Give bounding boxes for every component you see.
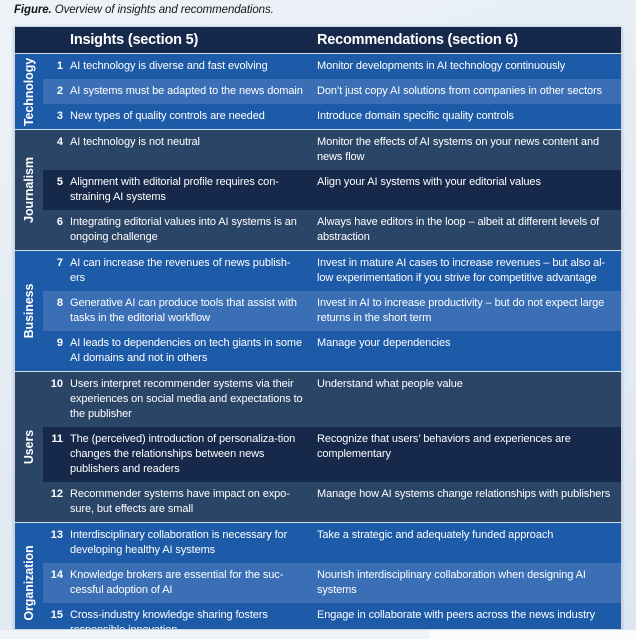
category-label-business: Business bbox=[15, 251, 43, 371]
row-insight: Users interpret recommender systems via … bbox=[70, 378, 303, 420]
row-insight: Alignment with editorial profile require… bbox=[70, 176, 279, 203]
table-row: 10 Users interpret recommender systems vi… bbox=[43, 372, 621, 427]
category-label-users: Users bbox=[15, 372, 43, 522]
table-row: 9 AI leads to dependencies on tech giants… bbox=[43, 331, 621, 371]
category-label-journalism: Journalism bbox=[15, 130, 43, 250]
row-recommendation: Engage in collaborate with peers across … bbox=[317, 609, 596, 621]
row-recommendation: Nourish interdisciplinary collaboration … bbox=[317, 569, 586, 596]
row-number: 6 bbox=[56, 216, 63, 228]
category-rows: 4 AI technology is not neutral Monitor the… bbox=[43, 130, 621, 250]
row-number: 10 bbox=[50, 378, 63, 390]
table-row: 15 Cross-industry knowledge sharing foste… bbox=[43, 603, 621, 630]
table-row: 3 New types of quality controls are neede… bbox=[43, 104, 621, 129]
figure-caption: Figure. Overview of insights and recomme… bbox=[14, 4, 614, 22]
row-recommendation: Understand what people value bbox=[317, 378, 463, 390]
category-group-organization: Organization 13 Interdisciplinary collabor… bbox=[15, 522, 621, 630]
row-number: 1 bbox=[56, 60, 63, 72]
row-insight: AI systems must be adapted to the news d… bbox=[70, 85, 303, 97]
table-row: 11 The (perceived) introduction of person… bbox=[43, 427, 621, 482]
row-number: 14 bbox=[50, 569, 63, 581]
table-row: 7 AI can increase the revenues of news pu… bbox=[43, 251, 621, 291]
category-group-users: Users 10 Users interpret recommender syste… bbox=[15, 371, 621, 522]
category-label-technology: Technology bbox=[15, 54, 43, 129]
row-insight: The (perceived) introduction of personal… bbox=[70, 433, 296, 475]
header-number-spacer bbox=[43, 27, 70, 53]
row-recommendation: Monitor the effects of AI systems on you… bbox=[317, 136, 599, 163]
row-number: 12 bbox=[50, 488, 63, 500]
column-header-insights: Insights (section 5) bbox=[70, 32, 199, 48]
row-number: 13 bbox=[50, 529, 63, 541]
row-number: 7 bbox=[56, 257, 63, 269]
category-group-business: Business 7 AI can increase the revenues of… bbox=[15, 250, 621, 371]
table-row: 2 AI systems must be adapted to the news … bbox=[43, 79, 621, 104]
category-group-technology: Technology 1 AI technology is diverse and … bbox=[15, 53, 621, 129]
row-recommendation: Recognize that users’ behaviors and expe… bbox=[317, 433, 571, 460]
row-number: 11 bbox=[51, 433, 63, 445]
row-insight: AI technology is diverse and fast evolvi… bbox=[70, 60, 268, 72]
row-number: 4 bbox=[56, 136, 63, 148]
table-row: 13 Interdisciplinary collaboration is nec… bbox=[43, 523, 621, 563]
table-row: 14 Knowledge brokers are essential for th… bbox=[43, 563, 621, 603]
row-recommendation: Manage your dependencies bbox=[317, 337, 451, 349]
row-recommendation: Invest in AI to increase productivity – … bbox=[317, 297, 605, 324]
row-recommendation: Align your AI systems with your editoria… bbox=[317, 176, 541, 188]
row-insight: Generative AI can produce tools that ass… bbox=[70, 297, 297, 324]
insights-recommendations-table: Insights (section 5) Recommendations (se… bbox=[14, 26, 622, 630]
category-label-text: Journalism bbox=[22, 157, 36, 223]
category-rows: 13 Interdisciplinary collaboration is nec… bbox=[43, 523, 621, 630]
header-category-spacer bbox=[15, 27, 43, 53]
table-row: 8 Generative AI can produce tools that as… bbox=[43, 291, 621, 331]
row-insight: Integrating editorial values into AI sys… bbox=[70, 216, 297, 243]
category-label-text: Technology bbox=[22, 57, 36, 126]
row-insight: AI leads to dependencies on tech giants … bbox=[70, 337, 302, 364]
row-recommendation: Manage how AI systems change relationshi… bbox=[317, 488, 611, 500]
table-row: 6 Integrating editorial values into AI sy… bbox=[43, 210, 621, 250]
row-recommendation: Introduce domain specific quality contro… bbox=[317, 110, 514, 122]
row-number: 8 bbox=[56, 297, 63, 309]
figure-caption-text: Overview of insights and recommendations… bbox=[51, 4, 274, 16]
category-label-text: Organization bbox=[22, 545, 36, 621]
row-recommendation: Take a strategic and adequately funded a… bbox=[317, 529, 554, 541]
table-row: 1 AI technology is diverse and fast evolv… bbox=[43, 54, 621, 79]
category-label-organization: Organization bbox=[15, 523, 43, 629]
category-rows: 10 Users interpret recommender systems vi… bbox=[43, 372, 621, 522]
row-insight: AI technology is not neutral bbox=[70, 136, 200, 148]
row-insight: Cross-industry knowledge sharing fosters… bbox=[70, 609, 268, 630]
category-group-journalism: Journalism 4 AI technology is not neutral M… bbox=[15, 129, 621, 250]
table-row: 12 Recommender systems have impact on exp… bbox=[43, 482, 621, 522]
row-number: 5 bbox=[56, 176, 63, 188]
row-number: 9 bbox=[56, 337, 63, 349]
row-insight: Knowledge brokers are essential for the … bbox=[70, 569, 284, 596]
table-body: Technology 1 AI technology is diverse and … bbox=[15, 53, 621, 630]
row-recommendation: Monitor developments in AI technology co… bbox=[317, 60, 566, 72]
row-recommendation: Don’t just copy AI solutions from compan… bbox=[317, 85, 603, 97]
row-insight: Interdisciplinary collaboration is neces… bbox=[70, 529, 288, 556]
table-header-row: Insights (section 5) Recommendations (se… bbox=[15, 27, 621, 53]
column-header-recommendations: Recommendations (section 6) bbox=[317, 32, 518, 48]
figure-caption-label: Figure. bbox=[14, 4, 52, 16]
category-rows: 1 AI technology is diverse and fast evolv… bbox=[43, 54, 621, 129]
category-label-text: Business bbox=[22, 283, 36, 339]
row-number: 15 bbox=[50, 609, 63, 621]
row-insight: AI can increase the revenues of news pub… bbox=[70, 257, 291, 284]
row-number: 2 bbox=[56, 85, 63, 97]
page-bottom-right-strip bbox=[430, 630, 636, 639]
row-number: 3 bbox=[56, 110, 63, 122]
row-insight: New types of quality controls are needed bbox=[70, 110, 265, 122]
category-rows: 7 AI can increase the revenues of news pu… bbox=[43, 251, 621, 371]
category-label-text: Users bbox=[22, 429, 36, 465]
row-recommendation: Invest in mature AI cases to increase re… bbox=[317, 257, 606, 284]
table-row: 5 Alignment with editorial profile requir… bbox=[43, 170, 621, 210]
row-recommendation: Always have editors in the loop – albeit… bbox=[317, 216, 600, 243]
row-insight: Recommender systems have impact on expo-… bbox=[70, 488, 290, 515]
table-row: 4 AI technology is not neutral Monitor the… bbox=[43, 130, 621, 170]
